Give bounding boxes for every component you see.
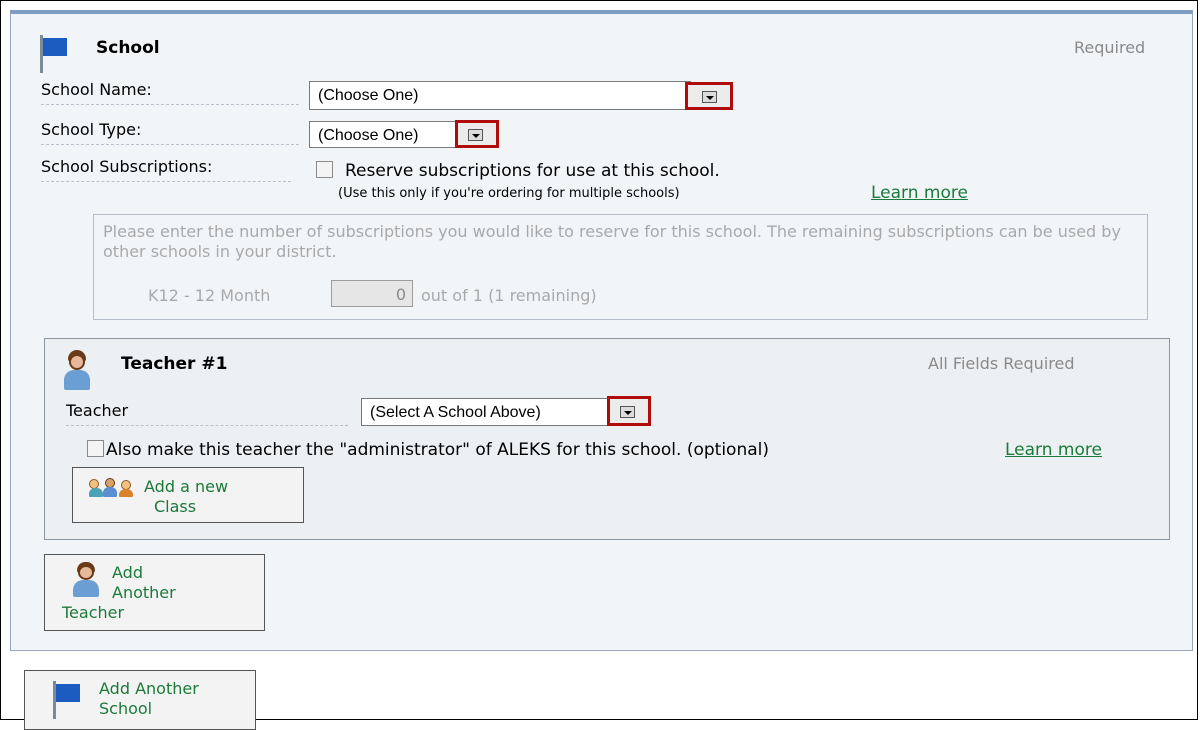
add-new-class-button[interactable]: Add a new Class [72,467,304,523]
plan-remaining: out of 1 (1 remaining) [421,286,597,305]
learn-more-admin-link[interactable]: Learn more [1005,440,1102,460]
add-new-class-label-2: Class [154,497,197,516]
group-icon [89,477,139,497]
plan-label: K12 - 12 Month [148,286,271,305]
school-required-note: Required [1074,38,1146,57]
chevron-down-icon [620,406,635,418]
school-type-label: School Type: [41,120,299,145]
flag-icon [51,681,81,721]
chevron-down-icon [468,129,483,141]
add-another-teacher-label-3: Teacher [62,603,125,622]
add-another-school-label-2: School [99,699,153,718]
reserve-subscriptions-checkbox[interactable] [316,161,333,178]
person-icon [60,348,94,390]
school-title: School [96,38,160,58]
teacher-dropdown[interactable] [607,396,651,426]
reserve-subscriptions-hint: (Use this only if you're ordering for mu… [338,186,680,201]
teacher-title: Teacher #1 [121,354,228,374]
add-another-teacher-button[interactable]: Add Another Teacher [44,554,265,631]
admin-checkbox[interactable] [87,440,104,457]
person-icon [69,561,103,597]
add-another-teacher-label-2: Another [112,583,176,602]
teacher-field-label: Teacher [66,401,348,426]
chevron-down-icon [702,91,717,103]
plan-quantity-input[interactable]: 0 [331,280,413,307]
add-new-class-label-1: Add a new [144,477,229,496]
school-subscriptions-label: School Subscriptions: [41,157,291,182]
learn-more-subscriptions-link[interactable]: Learn more [871,183,968,203]
reserve-instructions: Please enter the number of subscriptions… [103,222,1121,261]
add-another-teacher-label-1: Add [112,563,143,582]
school-name-select[interactable]: (Choose One) [309,81,691,110]
school-name-dropdown[interactable] [685,82,733,110]
admin-text: Also make this teacher the "administrato… [106,440,769,460]
school-type-dropdown[interactable] [455,120,499,148]
school-type-select[interactable]: (Choose One) [309,121,459,148]
add-another-school-label-1: Add Another [99,679,199,698]
teacher-select[interactable]: (Select A School Above) [361,398,616,426]
flag-icon [38,35,68,75]
add-another-school-button[interactable]: Add Another School [24,670,256,730]
teacher-required-note: All Fields Required [928,354,1075,373]
reserve-subscriptions-text: Reserve subscriptions for use at this sc… [345,161,720,181]
school-name-label: School Name: [41,80,299,105]
